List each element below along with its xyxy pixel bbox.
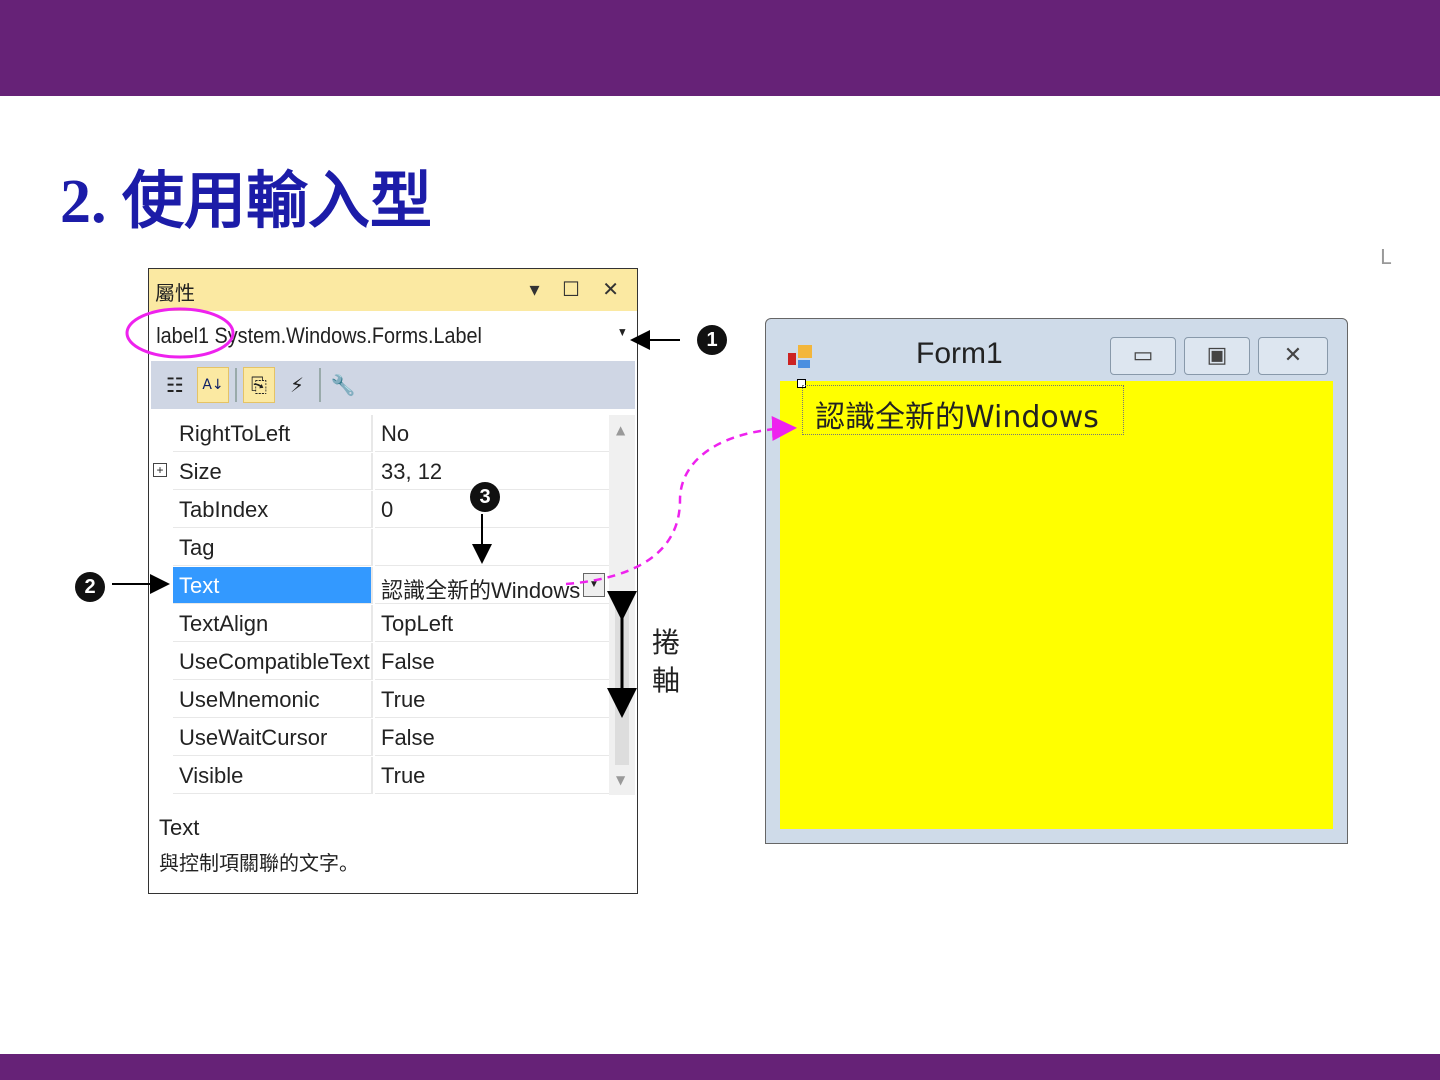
label1-highlight-ellipse bbox=[125, 307, 235, 359]
callout-2: 2 bbox=[75, 572, 105, 602]
callout-1: 1 bbox=[697, 325, 727, 355]
callout-3: 3 bbox=[470, 482, 500, 512]
dashed-link-arrow bbox=[565, 416, 797, 586]
annotation-overlay bbox=[112, 307, 797, 718]
